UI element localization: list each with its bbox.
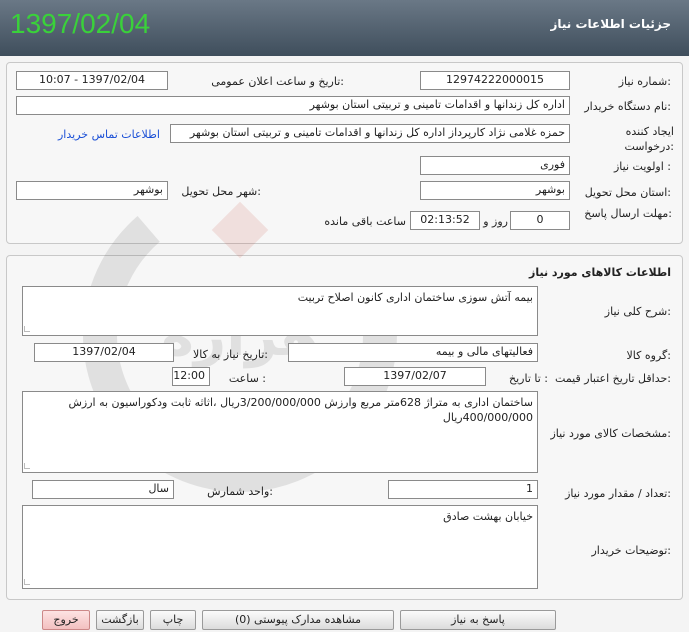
page-title: جزئیات اطلاعات نیاز bbox=[550, 17, 671, 31]
back-button[interactable]: بازگشت bbox=[96, 610, 144, 630]
price-validity-label: حداقل تاریخ اعتبار قیمت: bbox=[555, 372, 671, 385]
priority-field: فوری bbox=[420, 156, 570, 175]
goods-spec-label: مشخصات کالای مورد نیاز: bbox=[550, 427, 671, 440]
announce-datetime-label: تاریخ و ساعت اعلان عمومی: bbox=[211, 75, 344, 88]
resize-grip[interactable] bbox=[24, 579, 30, 585]
goods-group-field: فعالیتهای مالی و بیمه bbox=[288, 343, 538, 362]
resize-grip[interactable] bbox=[24, 326, 30, 332]
quantity-field: 1 bbox=[388, 480, 538, 499]
unit-field: سال bbox=[32, 480, 174, 499]
resize-grip[interactable] bbox=[24, 463, 30, 469]
city-label: شهر محل تحویل: bbox=[181, 185, 261, 198]
reply-button[interactable]: پاسخ به نیاز bbox=[400, 610, 556, 630]
remaining-time-field: 02:13:52 bbox=[410, 211, 480, 230]
goods-group-label: گروه کالا: bbox=[626, 349, 671, 362]
until-date-label: تا تاریخ : bbox=[509, 372, 548, 385]
province-label: استان محل تحویل: bbox=[584, 186, 671, 199]
need-number-label: شماره نیاز: bbox=[618, 75, 671, 88]
remaining-hours-label: ساعت باقی مانده bbox=[324, 215, 406, 228]
buyer-notes-label: توضیحات خریدار: bbox=[591, 544, 672, 557]
priority-label: اولویت نیاز : bbox=[613, 160, 671, 173]
days-word: روز و bbox=[483, 215, 508, 228]
deadline-label: مهلت ارسال پاسخ: bbox=[584, 207, 672, 220]
need-number-field: 12974222000015 bbox=[420, 71, 570, 90]
city-field: بوشهر bbox=[16, 181, 168, 200]
general-desc-label: شرح کلی نیاز: bbox=[604, 305, 671, 318]
announce-datetime-field: 1397/02/04 - 10:07 bbox=[16, 71, 168, 90]
remaining-days-field: 0 bbox=[510, 211, 570, 230]
header-date: 1397/02/04 bbox=[10, 8, 151, 39]
validity-date-field: 1397/02/07 bbox=[344, 367, 486, 386]
buyer-org-field: اداره کل زندانها و اقدامات تامینی و تربی… bbox=[16, 96, 570, 115]
need-date-label: تاریخ نیاز به کالا: bbox=[193, 348, 268, 361]
goods-section-title: اطلاعات کالاهای مورد نیاز bbox=[529, 266, 671, 279]
general-desc-field: بیمه آتش سوزی ساختمان اداری کانون اصلاح … bbox=[22, 286, 538, 336]
creator-field: حمزه غلامی نژاد کارپرداز اداره کل زندانه… bbox=[170, 124, 570, 143]
buyer-org-label: نام دستگاه خریدار: bbox=[584, 100, 671, 113]
province-field: بوشهر bbox=[420, 181, 570, 200]
validity-time-field: 12:00 bbox=[172, 367, 210, 386]
attachments-button[interactable]: مشاهده مدارک پیوستی (0) bbox=[202, 610, 394, 630]
buyer-notes-field: خیابان بهشت صادق bbox=[22, 505, 538, 589]
creator-label: ایجاد کننده درخواست: bbox=[624, 125, 675, 153]
buyer-contact-link[interactable]: اطلاعات تماس خریدار bbox=[58, 128, 160, 141]
validity-hour-label: ساعت : bbox=[228, 372, 266, 385]
quantity-label: تعداد / مقدار مورد نیاز: bbox=[565, 487, 671, 500]
need-date-field: 1397/02/04 bbox=[34, 343, 174, 362]
unit-label: واحد شمارش: bbox=[207, 485, 273, 498]
print-button[interactable]: چاپ bbox=[150, 610, 196, 630]
exit-button[interactable]: خروج bbox=[42, 610, 90, 630]
goods-spec-field: ساختمان اداری به متراژ 628متر مربع وارزش… bbox=[22, 391, 538, 473]
